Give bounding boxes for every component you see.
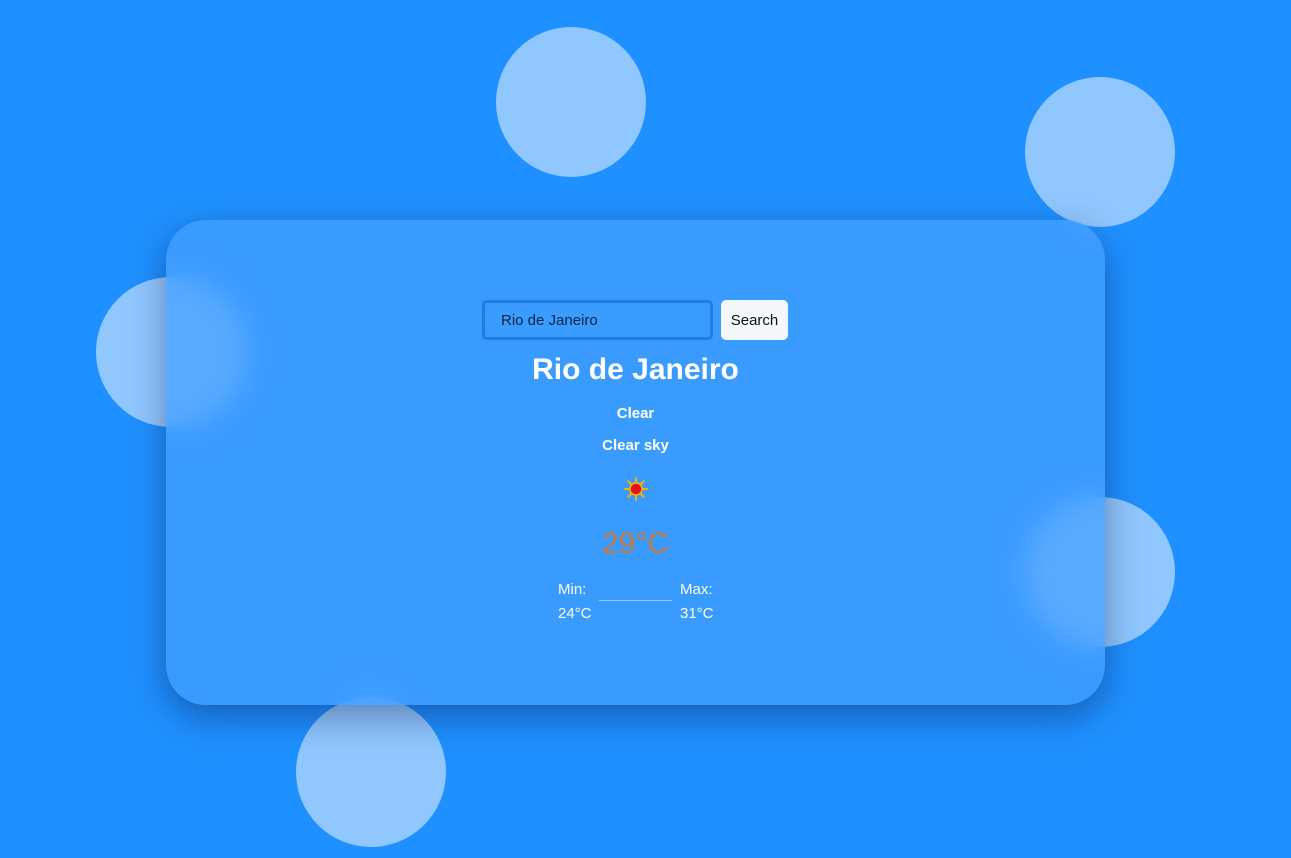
weather-description: Clear sky (602, 437, 669, 454)
min-max-temperatures: Min: 24°C Max: 31°C (558, 578, 718, 628)
min-value: 24°C (558, 605, 592, 622)
min-temperature: Min: 24°C (558, 578, 592, 626)
search-bar: Search (482, 300, 788, 340)
max-value: 31°C (680, 605, 714, 622)
weather-main: Clear (616, 405, 655, 422)
page-background: Search Rio de Janeiro Clear Clear sky (0, 0, 1291, 858)
divider (599, 600, 672, 601)
decorative-bubble (1025, 77, 1175, 227)
decorative-bubble (296, 697, 446, 847)
max-temperature: Max: 31°C (680, 578, 714, 626)
min-label: Min: (558, 581, 587, 598)
max-label: Max: (680, 581, 713, 598)
search-button[interactable]: Search (721, 300, 788, 340)
weather-card: Search Rio de Janeiro Clear Clear sky (166, 220, 1105, 705)
city-search-input[interactable] (482, 300, 713, 340)
sun-icon (624, 477, 648, 501)
city-name: Rio de Janeiro (532, 353, 739, 386)
decorative-bubble (496, 27, 646, 177)
current-temperature: 29°C (601, 527, 670, 560)
